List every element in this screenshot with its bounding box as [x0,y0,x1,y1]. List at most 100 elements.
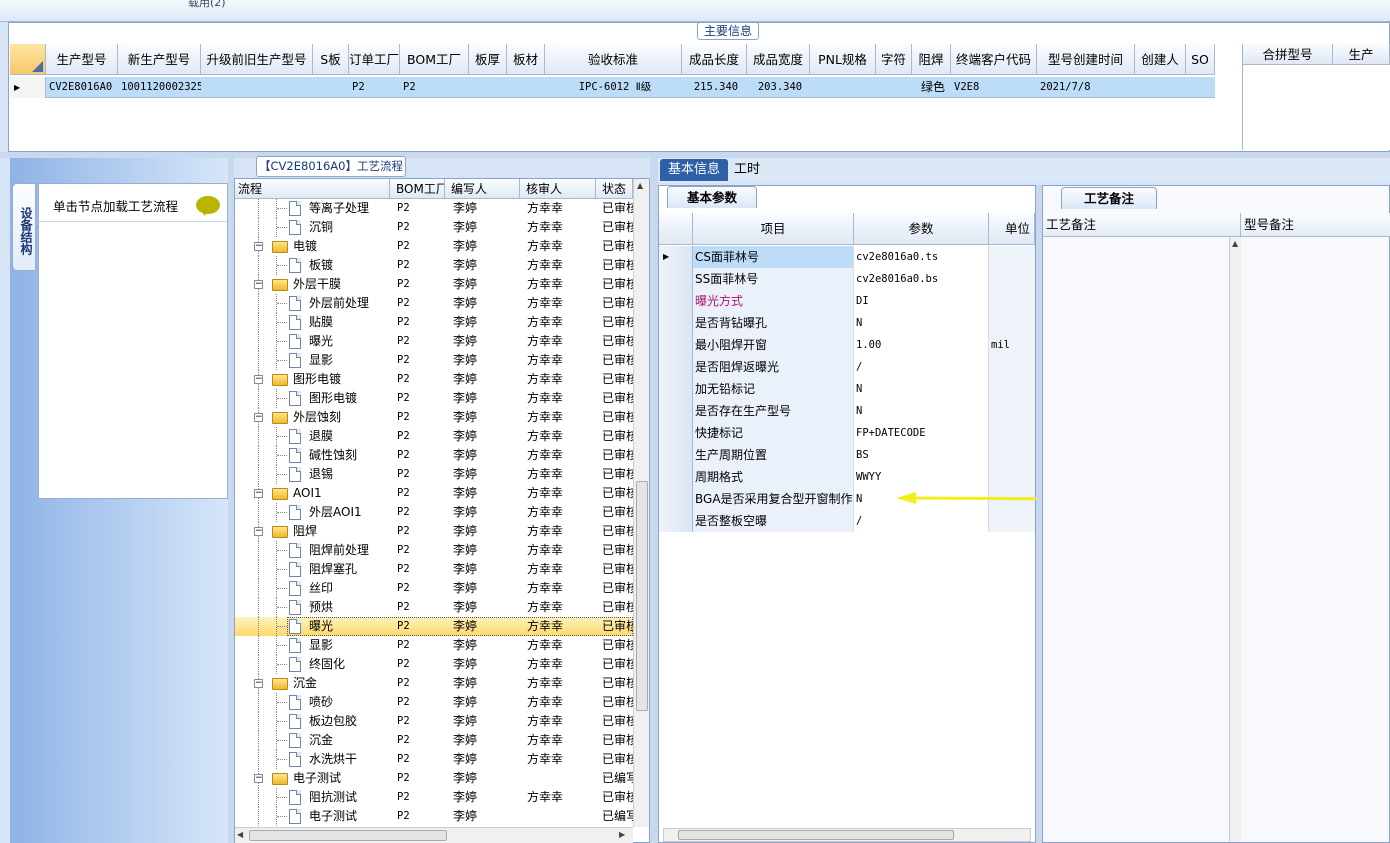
flow-col-header[interactable]: 状态 [596,179,633,199]
scroll-left-icon[interactable]: ◀ [237,830,243,839]
flow-row[interactable]: 沉金 P2 李婷 方幸幸 已审核 [235,731,633,750]
table-cell[interactable] [1135,77,1186,98]
merge-col-header[interactable]: 合拼型号 [1243,44,1333,65]
table-cell[interactable]: P2 [349,77,400,98]
collapse-icon[interactable]: − [254,527,263,536]
flow-row[interactable]: 阻焊塞孔 P2 李婷 方幸幸 已审核 [235,560,633,579]
flow-row[interactable]: 喷砂 P2 李婷 方幸幸 已审核 [235,693,633,712]
param-row[interactable]: 曝光方式 DI [659,290,1035,312]
main-col-header[interactable]: 板厚 [469,44,507,75]
flow-horizontal-scrollbar[interactable]: ◀ ▶ [235,827,633,843]
flow-col-header[interactable]: 核审人 [520,179,596,199]
collapse-icon[interactable]: − [254,489,263,498]
flow-col-header[interactable]: BOM工厂 [390,179,445,199]
param-row[interactable]: 周期格式 WWYY [659,466,1035,488]
param-row-header[interactable] [659,334,693,356]
flow-row[interactable]: 显影 P2 李婷 方幸幸 已审核 [235,351,633,370]
flow-row[interactable]: − 电镀 P2 李婷 方幸幸 已审核 [235,237,633,256]
param-value[interactable]: N [854,400,989,422]
table-cell[interactable] [313,77,349,98]
main-col-header[interactable]: 终端客户代码 [951,44,1037,75]
middle-splitter[interactable] [650,158,658,843]
param-value[interactable]: FP+DATECODE [854,422,989,444]
param-row-header[interactable] [659,510,693,532]
scroll-up-icon[interactable]: ▲ [1232,239,1238,248]
main-col-header[interactable]: PNL规格 [810,44,876,75]
flow-row[interactable]: − 外层干膜 P2 李婷 方幸幸 已审核 [235,275,633,294]
main-col-header[interactable]: 阻焊 [912,44,951,75]
flow-row[interactable]: 图形电镀 P2 李婷 方幸幸 已审核 [235,389,633,408]
notes-vertical-scrollbar[interactable]: ▲ [1229,237,1241,842]
tab-work-hours[interactable]: 工时 [726,159,768,181]
param-value[interactable]: WWYY [854,466,989,488]
param-value[interactable]: / [854,356,989,378]
flow-row[interactable]: 曝光 P2 李婷 方幸幸 已审核 [235,332,633,351]
flow-row[interactable]: − 图形电镀 P2 李婷 方幸幸 已审核 [235,370,633,389]
flow-row[interactable]: 退锡 P2 李婷 方幸幸 已审核 [235,465,633,484]
table-cell[interactable]: CV2E8016A0 [46,77,118,98]
flow-row[interactable]: − AOI1 P2 李婷 方幸幸 已审核 [235,484,633,503]
flow-row[interactable]: 阻焊前处理 P2 李婷 方幸幸 已审核 [235,541,633,560]
param-row[interactable]: 快捷标记 FP+DATECODE [659,422,1035,444]
collapse-icon[interactable]: − [254,280,263,289]
param-value[interactable]: 1.00 [854,334,989,356]
main-col-header[interactable]: 升级前旧生产型号 [201,44,313,75]
main-col-header[interactable]: 成品宽度 [747,44,810,75]
param-row[interactable]: 最小阻焊开窗 1.00 mil [659,334,1035,356]
param-row-header[interactable] [659,378,693,400]
main-col-header[interactable]: 新生产型号 [118,44,201,75]
table-cell[interactable] [876,77,912,98]
param-row-header[interactable]: ▶ [659,246,693,268]
table-cell[interactable] [201,77,313,98]
flow-row[interactable]: 阻抗测试 P2 李婷 方幸幸 已审核 [235,788,633,807]
param-row[interactable]: 是否存在生产型号 N [659,400,1035,422]
main-col-header[interactable]: 型号创建时间 [1037,44,1135,75]
flow-row[interactable]: − 外层蚀刻 P2 李婷 方幸幸 已审核 [235,408,633,427]
main-col-header[interactable]: BOM工厂 [400,44,469,75]
flow-row[interactable]: − 阻焊 P2 李婷 方幸幸 已审核 [235,522,633,541]
collapse-icon[interactable]: − [254,242,263,251]
flow-row[interactable]: 板边包胶 P2 李婷 方幸幸 已审核 [235,712,633,731]
param-row-header[interactable] [659,422,693,444]
tab-equipment-structure[interactable]: 设备结构 [12,183,36,271]
flow-row[interactable]: 预烘 P2 李婷 方幸幸 已审核 [235,598,633,617]
flow-col-header[interactable]: 编写人 [445,179,520,199]
param-row-header[interactable] [659,356,693,378]
flow-vertical-scrollbar[interactable]: ▲ [633,179,649,827]
main-col-header[interactable]: 生产型号 [46,44,118,75]
param-row[interactable]: 生产周期位置 BS [659,444,1035,466]
merge-col-header[interactable]: 生产 [1333,44,1390,65]
param-row-header[interactable] [659,290,693,312]
param-value[interactable]: N [854,378,989,400]
tab-basic-info[interactable]: 基本信息 [660,159,729,181]
row-selector-icon[interactable]: ▶ [10,77,46,98]
flow-row[interactable]: 曝光 P2 李婷 方幸幸 已审核 [235,617,633,636]
param-row[interactable]: 加无铅标记 N [659,378,1035,400]
table-cell[interactable] [507,77,545,98]
flow-row[interactable]: 碱性蚀刻 P2 李婷 方幸幸 已审核 [235,446,633,465]
table-cell[interactable]: 2021/7/8 [1037,77,1135,98]
collapse-icon[interactable]: − [254,375,263,384]
main-col-header[interactable]: 验收标准 [545,44,682,75]
flow-vertical-thumb[interactable] [636,481,648,711]
flow-row[interactable]: 电子测试 P2 李婷 已编写 [235,807,633,826]
flow-row[interactable]: − 电子测试 P2 李婷 已编写 [235,769,633,788]
param-row[interactable]: ▶ CS面菲林号 cv2e8016a0.ts [659,246,1035,268]
param-row-header[interactable] [659,444,693,466]
table-cell[interactable] [469,77,507,98]
collapse-icon[interactable]: − [254,679,263,688]
table-cell[interactable]: V2E8 [951,77,1037,98]
flow-row[interactable]: 等离子处理 P2 李婷 方幸幸 已审核 [235,199,633,218]
table-cell[interactable]: 10011200023250 [118,77,201,98]
main-col-header[interactable]: 创建人 [1135,44,1186,75]
flow-row[interactable]: − 沉金 P2 李婷 方幸幸 已审核 [235,674,633,693]
flow-row[interactable]: 板镀 P2 李婷 方幸幸 已审核 [235,256,633,275]
table-cell[interactable]: 215.340 [682,77,747,98]
table-cell[interactable]: 203.340 [747,77,810,98]
flow-col-header[interactable]: 流程 [235,179,390,199]
flow-row[interactable]: 沉铜 P2 李婷 方幸幸 已审核 [235,218,633,237]
param-row-header[interactable] [659,466,693,488]
collapse-icon[interactable]: − [254,413,263,422]
param-row-header[interactable] [659,268,693,290]
param-row[interactable]: SS面菲林号 cv2e8016a0.bs [659,268,1035,290]
